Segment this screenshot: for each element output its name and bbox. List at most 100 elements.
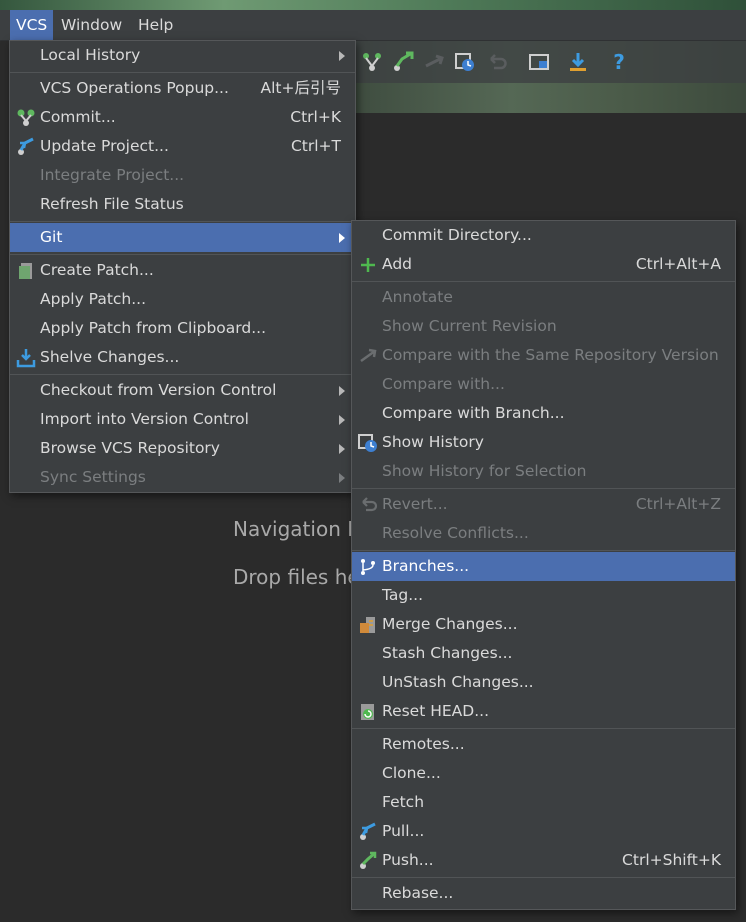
revert-icon xyxy=(358,495,378,515)
menu-item-label: Tag... xyxy=(382,586,424,604)
menu-item-label: Commit... xyxy=(40,108,116,126)
submenu-arrow-icon xyxy=(339,386,345,396)
separator xyxy=(352,550,735,551)
revert-icon[interactable] xyxy=(485,51,507,73)
menu-item-compare-branch[interactable]: Compare with Branch... xyxy=(352,399,735,428)
menu-item-pull[interactable]: Pull... xyxy=(352,817,735,846)
menu-item-browse-vcs[interactable]: Browse VCS Repository xyxy=(10,434,355,463)
menu-item-apply-patch-clipboard[interactable]: Apply Patch from Clipboard... xyxy=(10,314,355,343)
menu-item-compare-same-repo[interactable]: Compare with the Same Repository Version xyxy=(352,341,735,370)
separator xyxy=(352,488,735,489)
help-icon[interactable]: ? xyxy=(608,51,630,73)
menu-item-rebase[interactable]: Rebase... xyxy=(352,879,735,908)
menu-window[interactable]: Window xyxy=(55,10,128,40)
update-project-icon xyxy=(16,137,36,157)
merge-icon xyxy=(358,615,378,635)
shortcut: Ctrl+Alt+A xyxy=(635,255,721,273)
toolbar: ? xyxy=(355,41,746,83)
compare-icon[interactable] xyxy=(423,51,445,73)
shortcut: Ctrl+Shift+K xyxy=(622,851,721,869)
menu-item-shelve-changes[interactable]: Shelve Changes... xyxy=(10,343,355,372)
menu-item-compare-with[interactable]: Compare with... xyxy=(352,370,735,399)
menu-item-apply-patch[interactable]: Apply Patch... xyxy=(10,285,355,314)
menu-help[interactable]: Help xyxy=(132,10,179,40)
menu-item-label: Resolve Conflicts... xyxy=(382,524,529,542)
menu-item-checkout-vcs[interactable]: Checkout from Version Control xyxy=(10,376,355,405)
branches-icon xyxy=(358,557,378,577)
menu-vcs[interactable]: VCS xyxy=(10,10,54,40)
menu-item-show-history-selection[interactable]: Show History for Selection xyxy=(352,457,735,486)
menu-item-label: Revert... xyxy=(382,495,448,513)
menu-item-show-history[interactable]: Show History xyxy=(352,428,735,457)
menu-item-fetch[interactable]: Fetch xyxy=(352,788,735,817)
menu-item-label: Compare with the Same Repository Version xyxy=(382,346,719,364)
menu-item-commit-directory[interactable]: Commit Directory... xyxy=(352,221,735,250)
menu-item-label: Show History for Selection xyxy=(382,462,587,480)
menu-item-push[interactable]: Push... Ctrl+Shift+K xyxy=(352,846,735,875)
menu-item-revert[interactable]: Revert... Ctrl+Alt+Z xyxy=(352,490,735,519)
menu-item-annotate[interactable]: Annotate xyxy=(352,283,735,312)
menu-item-label: Import into Version Control xyxy=(40,410,249,428)
menu-item-label: Apply Patch... xyxy=(40,290,147,308)
menu-item-sync-settings[interactable]: Sync Settings xyxy=(10,463,355,492)
separator xyxy=(10,72,355,73)
pull-icon xyxy=(358,822,378,842)
menu-item-refresh-file-status[interactable]: Refresh File Status xyxy=(10,190,355,219)
menu-item-label: Annotate xyxy=(382,288,453,306)
reset-head-icon xyxy=(358,702,378,722)
menu-item-label: Sync Settings xyxy=(40,468,146,486)
navigation-hint: Navigation E xyxy=(233,517,360,541)
separator xyxy=(10,374,355,375)
menu-item-add[interactable]: Add Ctrl+Alt+A xyxy=(352,250,735,279)
submenu-arrow-icon xyxy=(339,473,345,483)
menu-item-label: UnStash Changes... xyxy=(382,673,534,691)
menu-item-create-patch[interactable]: Create Patch... xyxy=(10,256,355,285)
menu-item-label: Commit Directory... xyxy=(382,226,532,244)
menu-item-label: Rebase... xyxy=(382,884,454,902)
menu-item-label: Pull... xyxy=(382,822,425,840)
menu-item-remotes[interactable]: Remotes... xyxy=(352,730,735,759)
separator xyxy=(352,728,735,729)
menu-item-show-current-revision[interactable]: Show Current Revision xyxy=(352,312,735,341)
separator xyxy=(352,877,735,878)
menu-item-label: Compare with Branch... xyxy=(382,404,565,422)
commit-icon[interactable] xyxy=(361,51,383,73)
menu-item-tag[interactable]: Tag... xyxy=(352,581,735,610)
project-structure-icon[interactable] xyxy=(528,51,550,73)
menu-item-label: Show Current Revision xyxy=(382,317,557,335)
menu-item-commit[interactable]: Commit... Ctrl+K xyxy=(10,103,355,132)
separator xyxy=(10,254,355,255)
show-history-icon[interactable] xyxy=(454,51,476,73)
create-patch-icon xyxy=(16,261,36,281)
menu-item-reset-head[interactable]: Reset HEAD... xyxy=(352,697,735,726)
menu-item-unstash-changes[interactable]: UnStash Changes... xyxy=(352,668,735,697)
menu-item-label: Local History xyxy=(40,46,141,64)
separator xyxy=(10,221,355,222)
download-icon[interactable] xyxy=(567,51,589,73)
menu-item-vcs-operations-popup[interactable]: VCS Operations Popup... Alt+后引号 xyxy=(10,74,355,103)
menu-item-integrate-project[interactable]: Integrate Project... xyxy=(10,161,355,190)
shortcut: Alt+后引号 xyxy=(260,79,341,97)
menu-item-git[interactable]: Git xyxy=(10,223,355,252)
menu-item-label: Show History xyxy=(382,433,484,451)
menu-item-clone[interactable]: Clone... xyxy=(352,759,735,788)
menu-item-label: Merge Changes... xyxy=(382,615,518,633)
menu-item-import-vcs[interactable]: Import into Version Control xyxy=(10,405,355,434)
shortcut: Ctrl+T xyxy=(290,137,341,155)
menu-item-label: Integrate Project... xyxy=(40,166,185,184)
menu-item-label: Fetch xyxy=(382,793,425,811)
menu-item-stash-changes[interactable]: Stash Changes... xyxy=(352,639,735,668)
menu-item-merge-changes[interactable]: Merge Changes... xyxy=(352,610,735,639)
submenu-arrow-icon xyxy=(339,51,345,61)
vcs-menu: Local History VCS Operations Popup... Al… xyxy=(9,40,356,493)
menu-item-local-history[interactable]: Local History xyxy=(10,41,355,70)
compare-icon xyxy=(358,346,378,366)
submenu-arrow-icon xyxy=(339,233,345,243)
menu-item-branches[interactable]: Branches... xyxy=(352,552,735,581)
add-icon xyxy=(358,255,378,275)
update-project-icon[interactable] xyxy=(392,51,414,73)
menu-item-resolve-conflicts[interactable]: Resolve Conflicts... xyxy=(352,519,735,548)
menu-item-label: Reset HEAD... xyxy=(382,702,489,720)
menu-item-update-project[interactable]: Update Project... Ctrl+T xyxy=(10,132,355,161)
menu-item-label: Compare with... xyxy=(382,375,505,393)
